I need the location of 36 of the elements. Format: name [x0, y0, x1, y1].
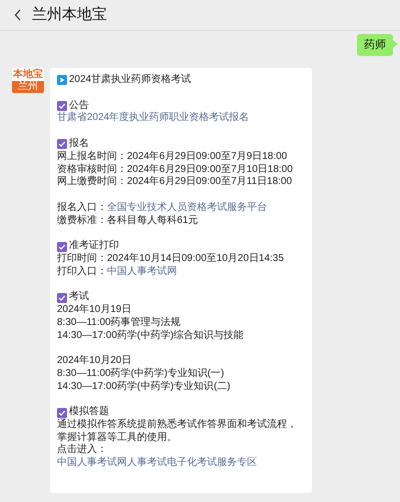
message-text: 网上缴费时间：2024年6月29日09:00至7月11日18:00 [57, 176, 293, 189]
message-text: 8:30—11:00药学(中药学)专业知识(一) [57, 368, 226, 380]
checkbox-icon [57, 139, 67, 150]
message-title: 2024甘肃执业药师资格考试 [69, 74, 192, 87]
checkbox-icon [57, 408, 67, 418]
message-text: 缴费标准：各科目每人每科61元 [57, 214, 200, 228]
message-text: 14:30—17:00药学(中药学)专业知识(二) [57, 380, 232, 394]
avatar-city-text: 兰州 [12, 81, 44, 93]
section-heading: 公告 [69, 100, 89, 112]
message-text: 8:30—11:00药事管理与法规 [57, 316, 182, 330]
link[interactable]: 中国人事考试网人事考试电子化考试服务专区 [57, 457, 257, 470]
section-heading: 考试 [69, 291, 89, 304]
message-text: 2024年10月19日 [57, 304, 132, 316]
play-icon [57, 75, 67, 86]
checkbox-icon [57, 242, 67, 252]
message-text: 14:30—17:00药学(中药学)综合知识与技能 [57, 330, 245, 342]
chat-title: 兰州本地宝 [32, 4, 107, 25]
checkbox-icon [57, 292, 67, 303]
message-text: 通过模拟作答系统提前熟悉考试作答界面和考试流程，掌握计算器等工具的使用。 [57, 419, 298, 444]
link[interactable]: 全国专业技术人员资格考试服务平台 [107, 202, 267, 215]
field-label: 点击进入： [57, 444, 107, 456]
avatar-brand-text: 本地宝 [13, 68, 43, 81]
link[interactable]: 中国人事考试网 [107, 266, 177, 278]
back-icon[interactable] [14, 9, 22, 21]
link[interactable]: 甘肃省2024年度执业药师职业资格考试报名 [57, 112, 250, 124]
section-heading: 准考证打印 [69, 240, 119, 252]
message-text: 网上报名时间：2024年6月29日09:00至7月9日18:00 [57, 150, 288, 164]
message-text: 2024年10月20日 [57, 355, 132, 368]
message-text: 打印时间：2024年10月14日09:00至10月20日14:35 [57, 253, 285, 266]
bubble-tail-icon [393, 40, 398, 48]
section-heading: 报名 [69, 138, 89, 150]
message-text: 资格审核时间：2024年6月29日09:00至7月10日18:00 [57, 164, 294, 176]
section-heading: 模拟答题 [69, 406, 109, 418]
field-label: 报名入口： [57, 202, 107, 214]
field-label: 打印入口： [57, 266, 107, 278]
checkbox-icon [57, 101, 67, 112]
